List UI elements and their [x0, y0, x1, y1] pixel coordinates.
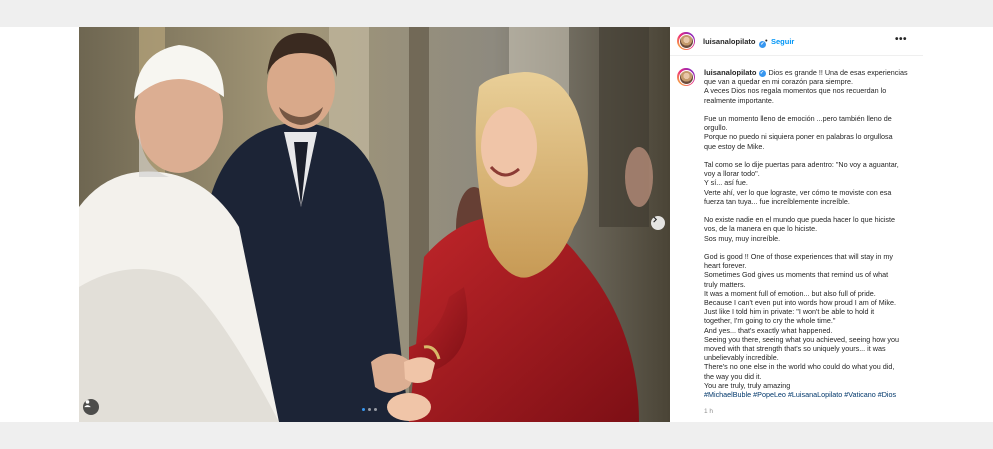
caption-line: Seeing you there, seeing what you achiev… [704, 334, 899, 344]
caption-line: moved with that strength that's so uniqu… [704, 344, 886, 354]
hashtag-link[interactable]: #Dios [878, 390, 896, 399]
caption-line: You are truly, truly amazing [704, 380, 791, 390]
caption-line: Verte ahí, ver lo que lograste, ver cómo… [704, 187, 892, 197]
post-timestamp[interactable]: 1 h [704, 408, 713, 415]
caption-line: heart forever. [704, 261, 747, 271]
caption-line: Just like I told him in private: "I won'… [704, 307, 875, 317]
carousel-dot [368, 408, 371, 411]
profile-avatar[interactable] [677, 32, 695, 50]
caption-line: Fue un momento lleno de emoción ...pero … [704, 114, 892, 123]
hashtag-link[interactable]: #Vaticano [844, 390, 875, 399]
caption-line: Y sí... así fue. [704, 178, 748, 188]
caption-line: que van a quedar en mi corazón para siem… [704, 77, 854, 87]
caption-line: Sometimes God gives us moments that remi… [704, 270, 889, 280]
top-background [0, 0, 993, 27]
caption-line: unbelievably incredible. [704, 353, 779, 363]
bottom-background [0, 422, 993, 449]
caption-line: voy a llorar todo". [704, 169, 760, 179]
caption-line: Porque no puedo ni siquiera poner en pal… [704, 132, 893, 142]
caption-username[interactable]: luisanalopilato [704, 68, 757, 77]
caption-paragraph-5: God is good !! One of those experiences … [704, 252, 916, 390]
caption-line: Sos muy, muy increíble. [704, 233, 781, 243]
chevron-right-icon[interactable] [651, 216, 665, 230]
caption-line: There's no one else in the world who cou… [704, 362, 895, 372]
caption-paragraph-3: Tal como se lo dije puertas para adentro… [704, 160, 916, 206]
caption-paragraph-2: Fue un momento lleno de emoción ...pero … [704, 114, 916, 151]
post-caption: luisanalopilato ✓ Dios es grande !! Una de… [704, 68, 916, 399]
caption-line: No existe nadie en el mundo que pueda ha… [704, 215, 895, 225]
caption-avatar[interactable] [677, 68, 695, 86]
caption-paragraph-4: No existe nadie en el mundo que pueda ha… [704, 215, 916, 243]
caption-line: A veces Dios nos regala momentos que nos… [704, 86, 887, 96]
carousel-dots [362, 408, 377, 411]
caption-line: que estoy de Mike. [704, 141, 765, 151]
verified-badge-icon: ✓ [758, 69, 766, 77]
carousel-dot-active [362, 408, 365, 411]
caption-line: realmente importante. [704, 95, 774, 105]
follow-button[interactable]: Seguir [771, 37, 794, 46]
hashtag-link[interactable]: #PopeLeo [753, 390, 786, 399]
caption-line: the way you did it. [704, 371, 762, 381]
post-photo[interactable] [79, 27, 670, 422]
more-options-icon[interactable]: ••• [895, 34, 907, 45]
user-tag-icon[interactable] [83, 399, 99, 415]
caption-paragraph-1: luisanalopilato ✓ Dios es grande !! Una de… [704, 68, 916, 105]
caption-line: together, I'm going to cry the whole tim… [704, 316, 836, 326]
caption-line: vos, de la manera en que lo hiciste. [704, 224, 818, 234]
header-username[interactable]: luisanalopilato [703, 37, 756, 46]
hashtag-link[interactable]: #LuisanaLopilato [788, 390, 842, 399]
caption-line: It was a moment full of emotion... but a… [704, 288, 876, 298]
caption-line: And yes... that's exactly what happened. [704, 325, 833, 335]
caption-line: Tal como se lo dije puertas para adentro… [704, 160, 899, 169]
carousel-dot [374, 408, 377, 411]
caption-line: truly matters. [704, 279, 746, 289]
photo-illustration [79, 27, 670, 422]
caption-line: fuerza tan tuya... fue increíblemente in… [704, 196, 850, 206]
caption-line: God is good !! One of those experiences … [704, 252, 893, 261]
post-side-panel: luisanalopilato ✓ • Seguir ••• luisanalo… [670, 27, 923, 422]
post-header: luisanalopilato ✓ • Seguir ••• [670, 27, 923, 56]
caption-line: Because I can't even put into words how … [704, 298, 896, 308]
hashtag-link[interactable]: #MichaelBuble [704, 390, 751, 399]
caption-line: Dios es grande !! Una de esas experienci… [768, 68, 908, 77]
caption-line: orgullo. [704, 123, 728, 133]
header-separator: • [765, 36, 768, 45]
hashtag-list: #MichaelBuble #PopeLeo #LuisanaLopilato #Va… [704, 390, 916, 399]
